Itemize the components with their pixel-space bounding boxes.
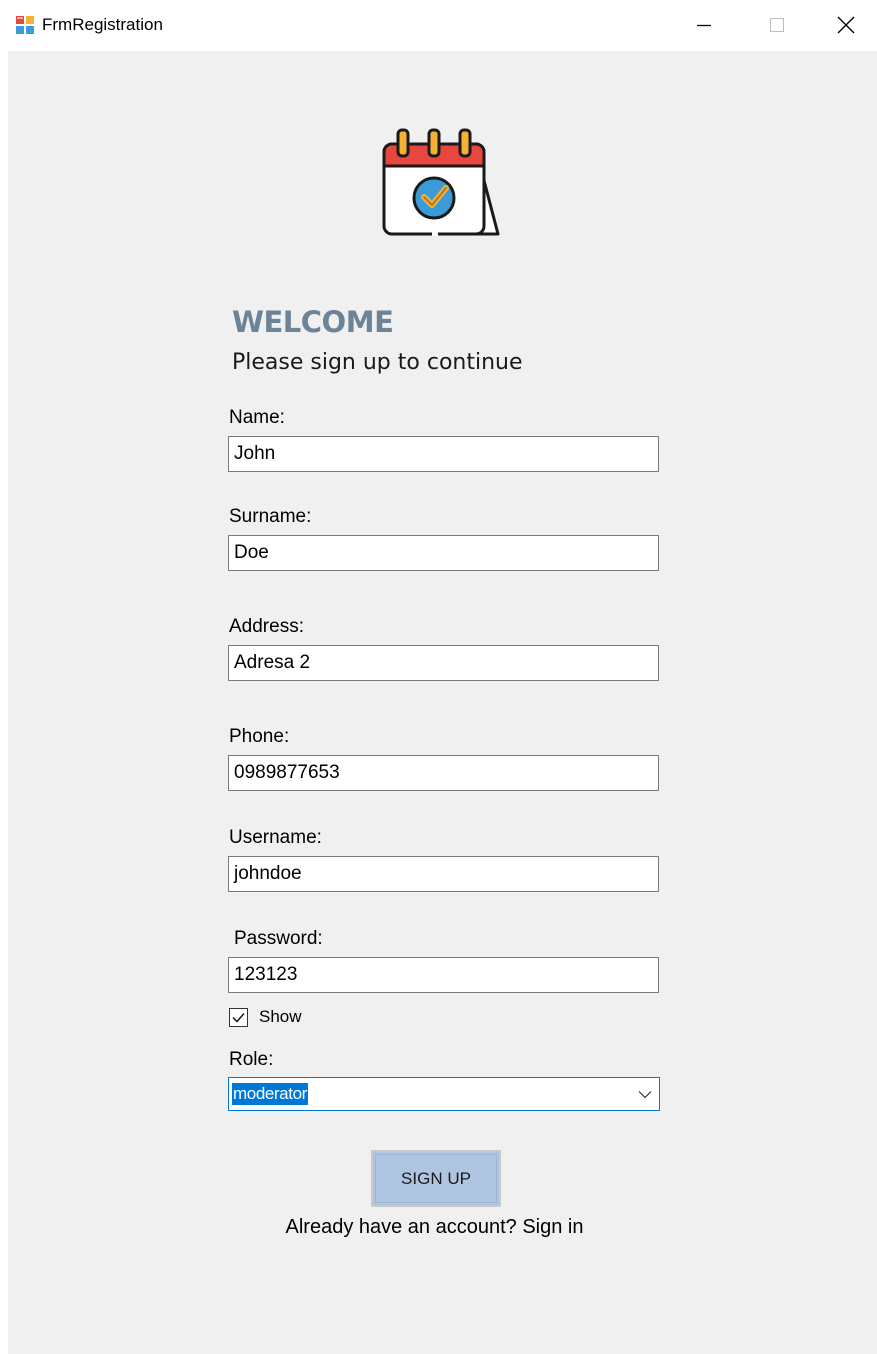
maximize-icon — [770, 18, 784, 32]
minimize-button[interactable] — [668, 0, 740, 50]
show-password-toggle[interactable]: Show — [229, 1006, 302, 1028]
checkmark-icon — [232, 1012, 245, 1023]
welcome-heading: WELCOME — [232, 305, 394, 339]
role-selected-value: moderator — [232, 1083, 308, 1105]
show-password-checkbox[interactable] — [229, 1007, 248, 1027]
close-button[interactable] — [814, 0, 877, 50]
window-title: FrmRegistration — [42, 15, 163, 34]
password-label: Password: — [234, 928, 323, 949]
surname-label: Surname: — [229, 506, 312, 527]
name-field[interactable]: John — [228, 436, 659, 472]
role-label: Role: — [229, 1049, 274, 1070]
address-field[interactable]: Adresa 2 — [228, 645, 659, 681]
app-window-icon — [16, 16, 34, 34]
title-bar[interactable]: FrmRegistration — [0, 0, 877, 50]
signup-subtitle: Please sign up to continue — [232, 350, 523, 375]
password-field[interactable]: 123123 — [228, 957, 659, 993]
username-field[interactable]: johndoe — [228, 856, 659, 892]
chevron-down-icon[interactable] — [637, 1086, 653, 1102]
surname-field[interactable]: Doe — [228, 535, 659, 571]
role-select[interactable]: moderator — [228, 1077, 660, 1111]
show-password-label[interactable]: Show — [259, 1007, 302, 1027]
name-label: Name: — [229, 407, 285, 428]
phone-label: Phone: — [229, 726, 290, 747]
signup-button-label: SIGN UP — [401, 1168, 471, 1188]
signup-button[interactable]: SIGN UP — [371, 1150, 501, 1207]
signin-link[interactable]: Already have an account? Sign in — [0, 1216, 869, 1239]
username-label: Username: — [229, 827, 322, 848]
maximize-button[interactable] — [741, 0, 813, 50]
minimize-icon — [697, 24, 711, 27]
registration-window: FrmRegistration WELCOME Please sign up t… — [0, 0, 877, 1354]
address-label: Address: — [229, 616, 304, 637]
close-icon — [837, 16, 854, 34]
calendar-check-icon — [382, 128, 500, 236]
phone-field[interactable]: 0989877653 — [228, 755, 659, 791]
